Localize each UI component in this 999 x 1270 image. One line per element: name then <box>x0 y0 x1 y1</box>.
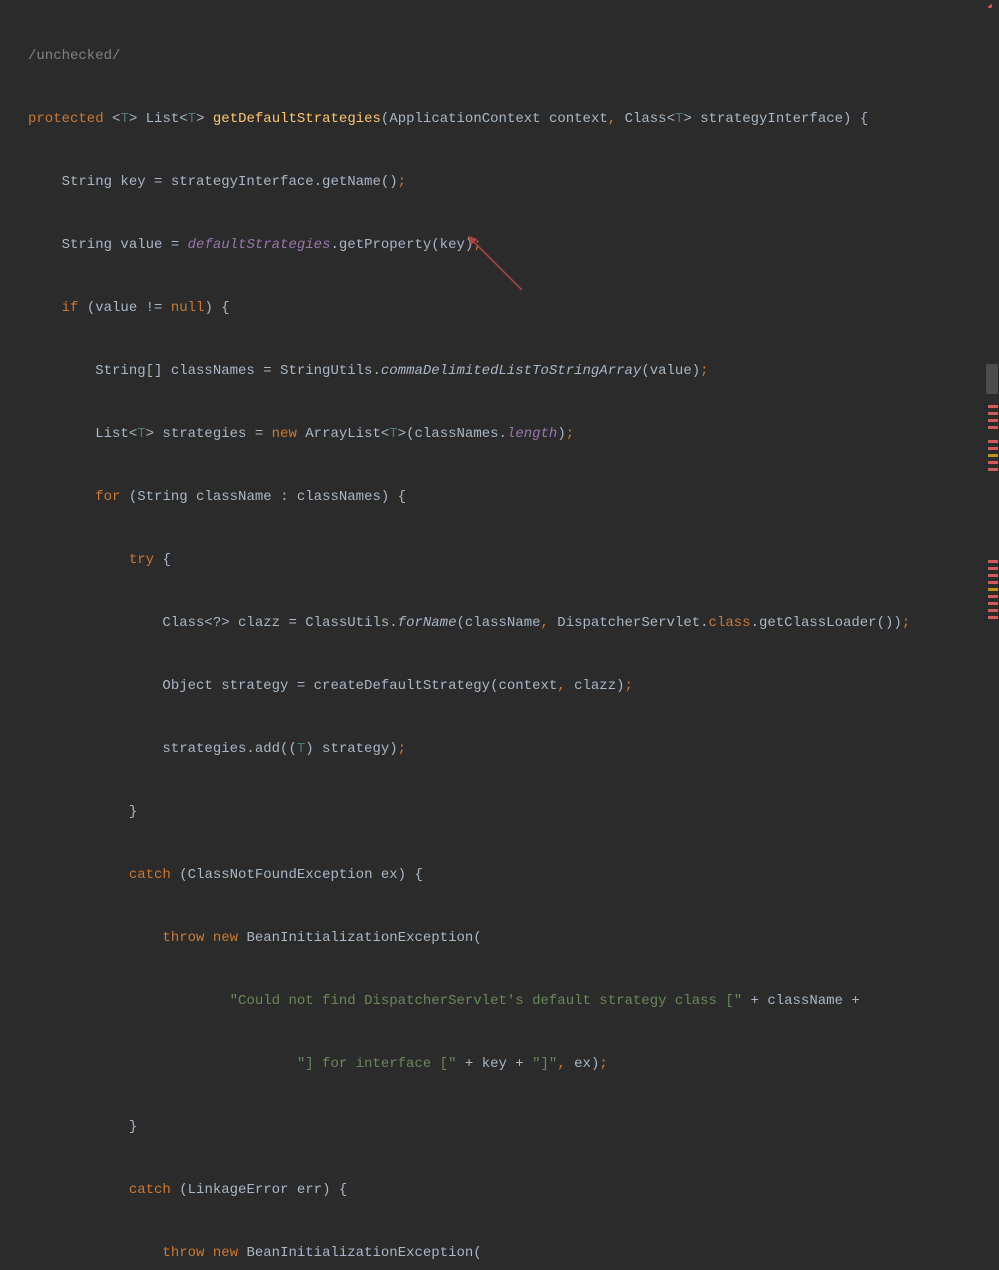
code-line[interactable]: throw new BeanInitializationException( <box>28 1243 999 1264</box>
analysis-status-icon[interactable]: ◕ <box>987 2 997 12</box>
code-line[interactable]: String value = defaultStrategies.getProp… <box>28 235 999 256</box>
code-line[interactable]: Class<?> clazz = ClassUtils.forName(clas… <box>28 613 999 634</box>
code-line[interactable]: Object strategy = createDefaultStrategy(… <box>28 676 999 697</box>
error-marker[interactable] <box>988 581 998 584</box>
error-marker[interactable] <box>988 405 998 408</box>
warning-marker[interactable] <box>988 454 998 457</box>
error-marker[interactable] <box>988 574 998 577</box>
code-line[interactable]: List<T> strategies = new ArrayList<T>(cl… <box>28 424 999 445</box>
code-line[interactable]: /unchecked/ <box>28 46 999 67</box>
error-marker[interactable] <box>988 412 998 415</box>
error-marker[interactable] <box>988 616 998 619</box>
code-line[interactable]: if (value != null) { <box>28 298 999 319</box>
error-marker[interactable] <box>988 461 998 464</box>
code-line[interactable]: protected <T> List<T> getDefaultStrategi… <box>28 109 999 130</box>
error-marker[interactable] <box>988 567 998 570</box>
code-line[interactable]: strategies.add((T) strategy); <box>28 739 999 760</box>
code-line[interactable]: "Could not find DispatcherServlet's defa… <box>28 991 999 1012</box>
comment: /unchecked/ <box>28 48 120 64</box>
warning-marker[interactable] <box>988 588 998 591</box>
code-line[interactable]: for (String className : classNames) { <box>28 487 999 508</box>
code-line[interactable]: throw new BeanInitializationException( <box>28 928 999 949</box>
error-marker[interactable] <box>988 595 998 598</box>
code-line[interactable]: } <box>28 1117 999 1138</box>
error-marker[interactable] <box>988 440 998 443</box>
scrollbar[interactable]: ◕ <box>985 0 999 635</box>
error-marker[interactable] <box>988 609 998 612</box>
error-marker[interactable] <box>988 468 998 471</box>
code-editor[interactable]: /unchecked/ protected <T> List<T> getDef… <box>0 0 999 1270</box>
error-marker[interactable] <box>988 602 998 605</box>
error-marker[interactable] <box>988 419 998 422</box>
error-marker[interactable] <box>988 560 998 563</box>
method-name: getDefaultStrategies <box>213 111 381 127</box>
code-line[interactable]: } <box>28 802 999 823</box>
code-line[interactable]: String key = strategyInterface.getName()… <box>28 172 999 193</box>
code-line[interactable]: try { <box>28 550 999 571</box>
code-line[interactable]: "] for interface [" + key + "]", ex); <box>28 1054 999 1075</box>
error-marker[interactable] <box>988 426 998 429</box>
code-line[interactable]: catch (LinkageError err) { <box>28 1180 999 1201</box>
code-line[interactable]: catch (ClassNotFoundException ex) { <box>28 865 999 886</box>
error-marker[interactable] <box>988 447 998 450</box>
scrollbar-thumb[interactable] <box>986 364 998 394</box>
code-line[interactable]: String[] classNames = StringUtils.commaD… <box>28 361 999 382</box>
